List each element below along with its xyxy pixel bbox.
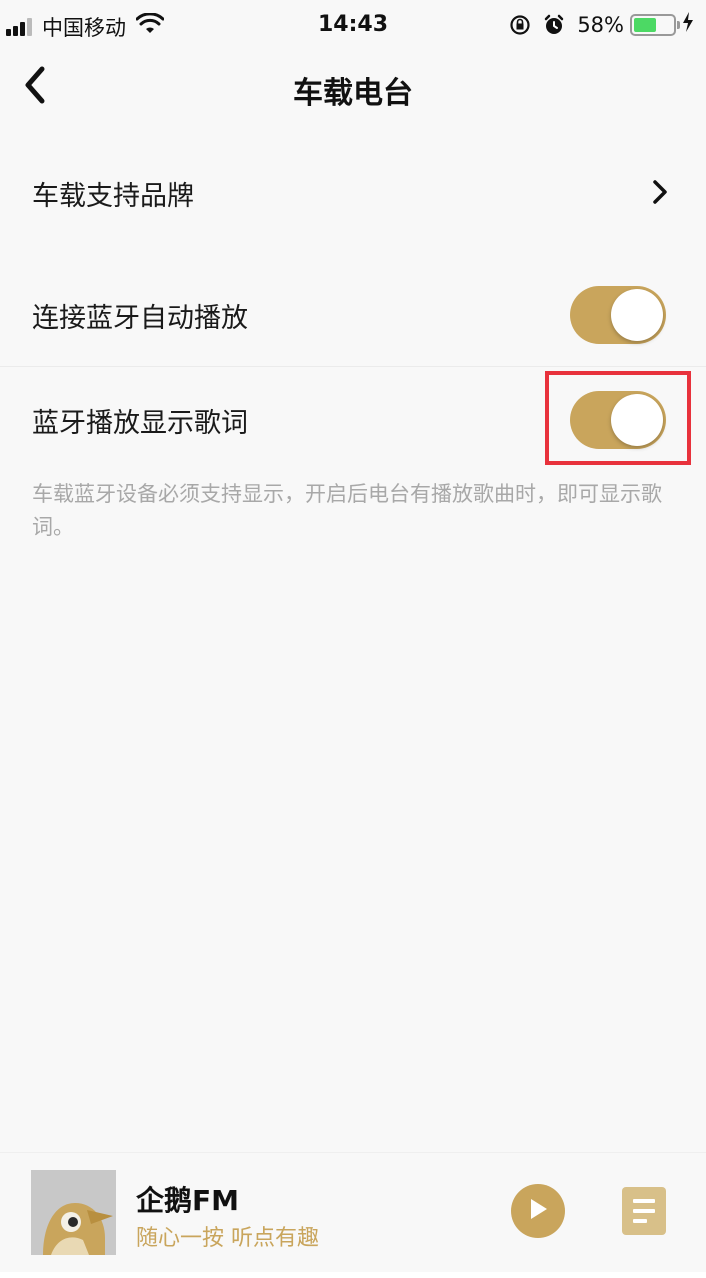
playlist-icon-line (633, 1199, 655, 1203)
bluetooth-autoplay-row: 连接蓝牙自动播放 (0, 265, 706, 365)
bluetooth-lyrics-label: 蓝牙播放显示歌词 (32, 407, 248, 439)
status-bar: 中国移动 14:43 58% (0, 0, 706, 52)
highlight-box (545, 371, 691, 465)
toggle-knob (611, 289, 663, 341)
mini-player[interactable]: 企鹅FM 随心一按 听点有趣 (0, 1152, 706, 1278)
lyrics-hint-text: 车载蓝牙设备必须支持显示，开启后电台有播放歌曲时，即可显示歌词。 (32, 482, 662, 539)
playlist-button[interactable] (622, 1187, 666, 1235)
bluetooth-autoplay-toggle[interactable] (570, 286, 666, 344)
penguin-icon (31, 1170, 116, 1255)
divider (0, 366, 706, 367)
player-subtitle: 随心一按 听点有趣 (136, 1226, 319, 1251)
play-button[interactable] (511, 1184, 565, 1238)
album-cover[interactable] (31, 1170, 116, 1255)
nav-bar: 车载电台 (0, 52, 706, 122)
alarm-icon (543, 14, 565, 36)
brand-support-row[interactable]: 车载支持品牌 (0, 143, 706, 243)
page-title: 车载电台 (293, 76, 413, 111)
play-icon (527, 1197, 549, 1225)
chevron-right-icon (652, 179, 668, 212)
screen: 中国移动 14:43 58% 车载电台 车载支持品牌 连接蓝牙自动播放 蓝牙播放… (0, 0, 706, 1278)
brand-support-label: 车载支持品牌 (32, 180, 194, 212)
battery-icon (630, 13, 680, 36)
battery-percent: 58% (577, 12, 624, 37)
player-title: 企鹅FM (136, 1184, 239, 1217)
bottom-edge (0, 1272, 706, 1278)
status-right: 58% (509, 12, 694, 37)
charging-icon (682, 12, 694, 37)
bluetooth-autoplay-label: 连接蓝牙自动播放 (32, 302, 248, 334)
playlist-icon-line (633, 1219, 647, 1223)
playlist-icon-line (633, 1209, 655, 1213)
rotation-lock-icon (509, 14, 531, 36)
